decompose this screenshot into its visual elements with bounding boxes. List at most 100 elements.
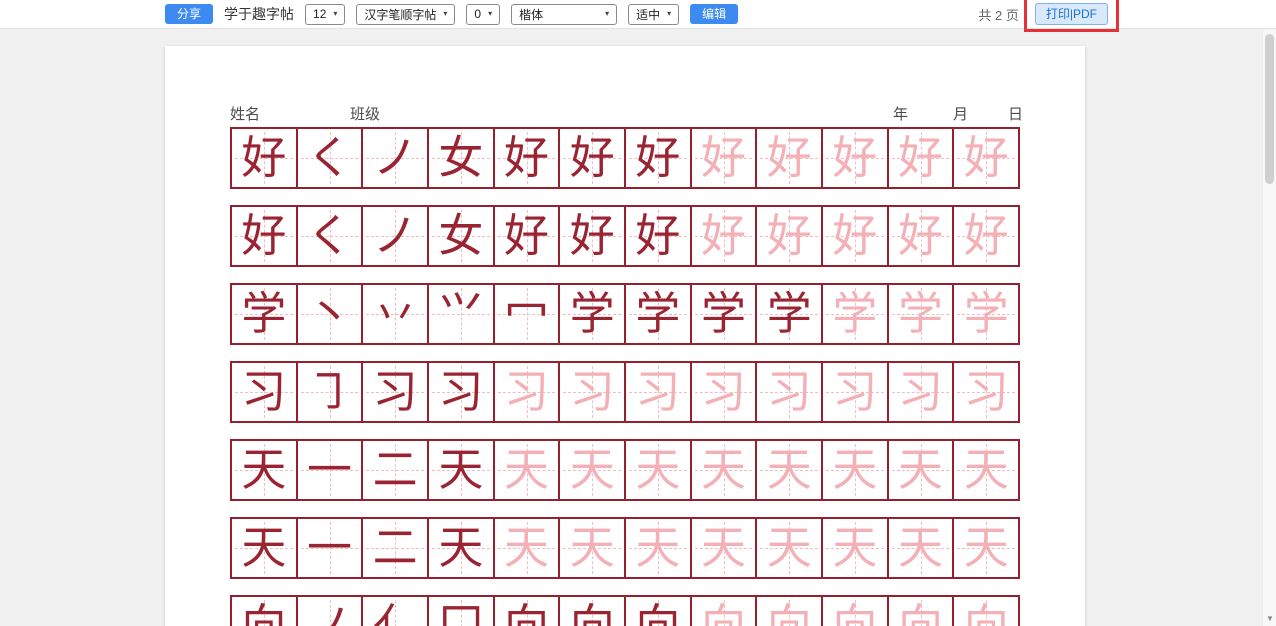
character-glyph: 学 xyxy=(889,285,953,343)
character-glyph: 天 xyxy=(889,441,953,499)
grid-row: 好くノ女好好好好好好好好 xyxy=(230,205,1020,267)
character-glyph: 向 xyxy=(560,597,624,626)
character-glyph: 向 xyxy=(823,597,887,626)
practice-cell: 习 xyxy=(690,363,756,421)
practice-cell: 好 xyxy=(558,129,624,187)
toolbar: 分享 学于趣字帖 12 ▾ 汉字笔顺字帖 ▾ 0 ▾ 楷体 ▾ 适中 ▾ 编辑 … xyxy=(0,0,1276,29)
character-glyph: 天 xyxy=(954,441,1018,499)
character-glyph: 向 xyxy=(692,597,756,626)
scrollbar-thumb[interactable] xyxy=(1265,34,1274,184)
character-glyph: 向 xyxy=(495,597,559,626)
practice-cell: 天 xyxy=(624,519,690,577)
character-glyph: 天 xyxy=(823,441,887,499)
practice-cell: く xyxy=(296,129,362,187)
character-glyph: 学 xyxy=(823,285,887,343)
practice-grid: 好くノ女好好好好好好好好好くノ女好好好好好好好好学丶丷⺍冖学学学学学学学习㇆习习… xyxy=(230,127,1020,626)
character-glyph: 学 xyxy=(692,285,756,343)
practice-cell: 学 xyxy=(821,285,887,343)
share-button[interactable]: 分享 xyxy=(165,4,213,24)
practice-cell: 向 xyxy=(755,597,821,626)
character-glyph: 习 xyxy=(429,363,493,421)
template-value: 汉字笔顺字帖 xyxy=(364,6,436,23)
character-glyph: 好 xyxy=(889,129,953,187)
practice-cell: ノ xyxy=(361,129,427,187)
character-glyph: 习 xyxy=(560,363,624,421)
character-glyph: 好 xyxy=(692,207,756,265)
practice-cell: く xyxy=(296,207,362,265)
character-glyph: 二 xyxy=(363,441,427,499)
practice-cell: 好 xyxy=(887,207,953,265)
practice-cell: 丶 xyxy=(296,285,362,343)
practice-cell: 天 xyxy=(887,519,953,577)
character-glyph: 女 xyxy=(429,207,493,265)
character-glyph: 好 xyxy=(757,207,821,265)
class-label: 班级 xyxy=(350,103,380,124)
practice-cell: 冖 xyxy=(493,285,559,343)
practice-cell: 好 xyxy=(821,129,887,187)
practice-cell: 习 xyxy=(755,363,821,421)
density-value: 适中 xyxy=(636,6,660,23)
practice-cell: 一 xyxy=(296,519,362,577)
print-pdf-button[interactable]: 打印|PDF xyxy=(1035,3,1108,25)
character-glyph: 天 xyxy=(626,519,690,577)
practice-cell: 习 xyxy=(624,363,690,421)
practice-cell: 好 xyxy=(755,207,821,265)
character-glyph: 二 xyxy=(363,519,427,577)
practice-cell: 天 xyxy=(887,441,953,499)
font-family-select[interactable]: 楷体 ▾ xyxy=(511,4,617,25)
practice-cell: 二 xyxy=(361,519,427,577)
practice-cell: 好 xyxy=(952,207,1018,265)
practice-cell: 向 xyxy=(493,597,559,626)
character-glyph: 学 xyxy=(757,285,821,343)
template-select[interactable]: 汉字笔顺字帖 ▾ xyxy=(356,4,455,25)
practice-cell: 天 xyxy=(232,519,296,577)
character-glyph: 天 xyxy=(692,519,756,577)
practice-cell: 亻 xyxy=(361,597,427,626)
practice-cell: 好 xyxy=(493,207,559,265)
practice-cell: 好 xyxy=(493,129,559,187)
character-glyph: 习 xyxy=(889,363,953,421)
grid-row: 学丶丷⺍冖学学学学学学学 xyxy=(230,283,1020,345)
practice-cell: 天 xyxy=(755,441,821,499)
character-glyph: 好 xyxy=(560,207,624,265)
practice-cell: 学 xyxy=(624,285,690,343)
character-glyph: 好 xyxy=(626,129,690,187)
character-glyph: 天 xyxy=(232,441,296,499)
density-select[interactable]: 适中 ▾ xyxy=(628,4,679,25)
year-label: 年 xyxy=(893,103,908,124)
character-glyph: 天 xyxy=(757,519,821,577)
practice-cell: 天 xyxy=(755,519,821,577)
character-glyph: 好 xyxy=(692,129,756,187)
character-glyph: 好 xyxy=(232,207,296,265)
practice-cell: 学 xyxy=(232,285,296,343)
practice-cell: 向 xyxy=(558,597,624,626)
character-glyph: 一 xyxy=(298,441,362,499)
font-size-select[interactable]: 12 ▾ xyxy=(305,4,345,25)
character-glyph: 天 xyxy=(429,441,493,499)
practice-cell: 好 xyxy=(821,207,887,265)
scroll-down-arrow-icon[interactable]: ▼ xyxy=(1263,614,1276,623)
character-glyph: 向 xyxy=(232,597,296,626)
character-glyph: ⺍ xyxy=(429,285,493,343)
character-glyph: 天 xyxy=(495,519,559,577)
character-glyph: 习 xyxy=(692,363,756,421)
grid-row: 天一二天天天天天天天天天 xyxy=(230,517,1020,579)
practice-cell: 好 xyxy=(558,207,624,265)
character-glyph: ノ xyxy=(363,129,427,187)
practice-cell: 好 xyxy=(232,207,296,265)
practice-cell: 一 xyxy=(296,441,362,499)
character-glyph: 冂 xyxy=(429,597,493,626)
character-glyph: 天 xyxy=(757,441,821,499)
font-size-value: 12 xyxy=(313,7,326,21)
character-glyph: 天 xyxy=(232,519,296,577)
character-glyph: 天 xyxy=(889,519,953,577)
chevron-down-icon: ▾ xyxy=(488,10,492,18)
practice-cell: 好 xyxy=(952,129,1018,187)
vertical-scrollbar[interactable]: ▼ xyxy=(1262,30,1276,626)
practice-cell: ノ xyxy=(296,597,362,626)
edit-button[interactable]: 编辑 xyxy=(690,4,738,24)
character-glyph: く xyxy=(298,207,362,265)
practice-cell: 天 xyxy=(952,519,1018,577)
character-glyph: く xyxy=(298,129,362,187)
stroke-offset-select[interactable]: 0 ▾ xyxy=(466,4,500,25)
